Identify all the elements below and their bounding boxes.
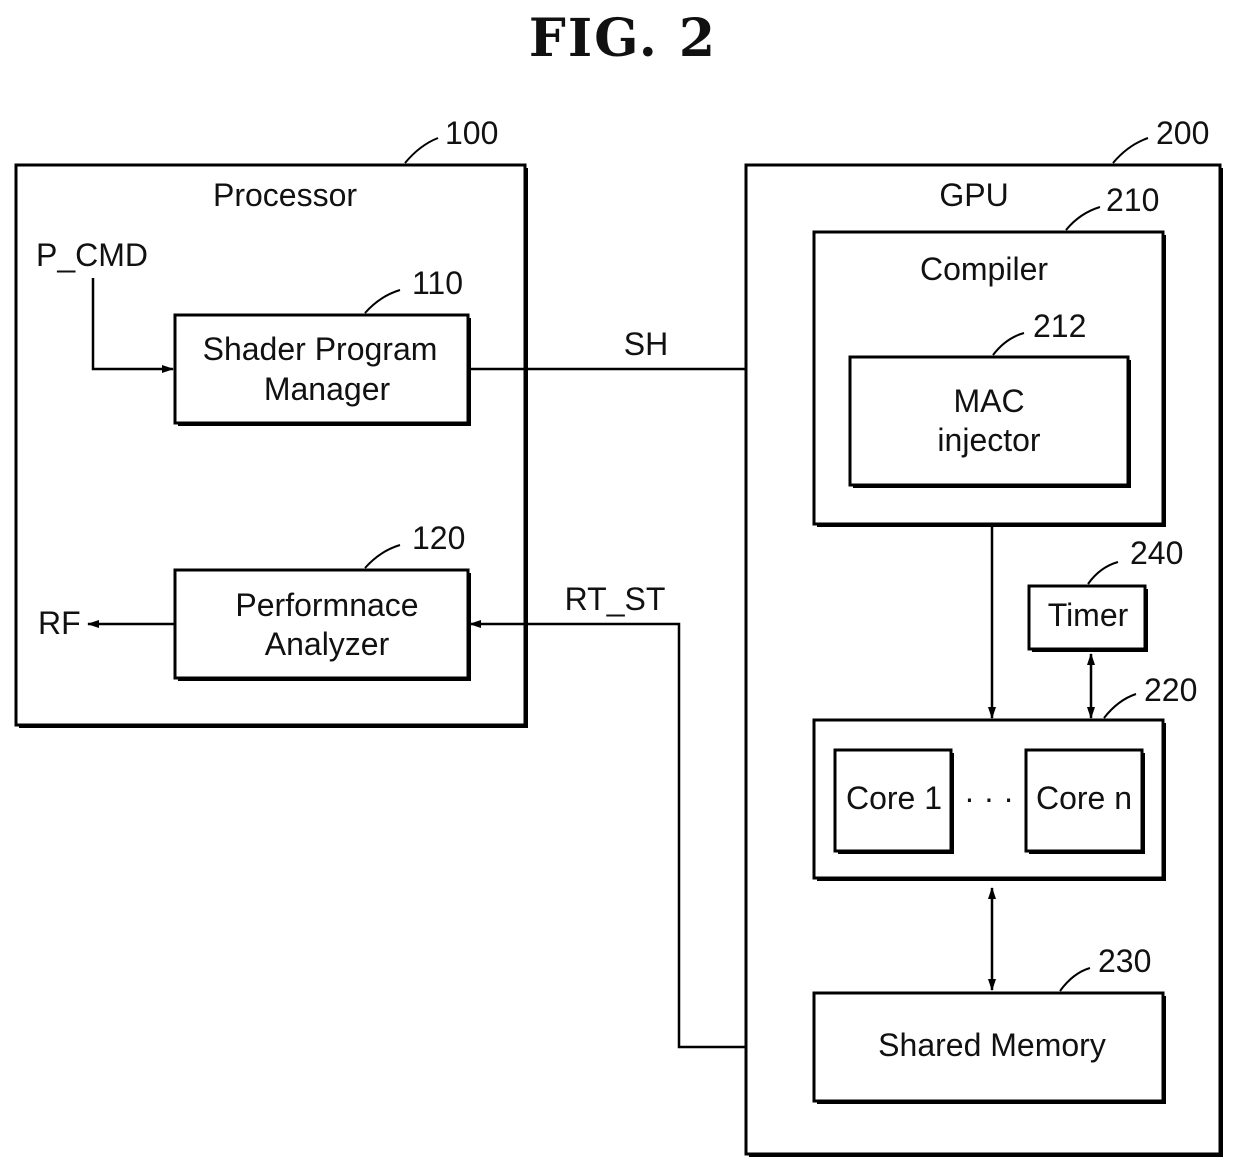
core-n-block: Core n — [1024, 748, 1145, 854]
shader-program-manager-ref: 110 — [412, 265, 463, 301]
shader-program-manager-block: Shader Program Manager — [173, 313, 471, 426]
gpu-label: GPU — [939, 177, 1008, 213]
processor-ref: 100 — [445, 115, 498, 151]
processor-label: Processor — [213, 177, 357, 213]
rf-signal-label: RF — [38, 605, 81, 641]
performance-analyzer-line2: Analyzer — [265, 626, 390, 662]
shared-memory-label: Shared Memory — [878, 1027, 1106, 1063]
shader-program-manager-line1: Shader Program — [203, 331, 438, 367]
compiler-ref: 210 — [1106, 182, 1159, 218]
timer-label: Timer — [1048, 597, 1129, 633]
shared-memory-ref: 230 — [1098, 943, 1151, 979]
timer-block: Timer — [1027, 584, 1148, 652]
processor-leader-line — [404, 137, 439, 164]
p-cmd-signal-label: P_CMD — [36, 237, 148, 273]
performance-analyzer-ref: 120 — [412, 520, 465, 556]
sh-signal-label: SH — [624, 326, 668, 362]
mac-injector-block: MAC injector — [848, 355, 1131, 488]
compiler-label: Compiler — [920, 251, 1048, 287]
core-1-block: Core 1 — [833, 748, 954, 854]
cores-ellipsis: · · · — [964, 780, 1014, 816]
core-1-label: Core 1 — [846, 780, 942, 816]
shader-program-manager-line2: Manager — [264, 371, 391, 407]
core-group-ref: 220 — [1144, 672, 1197, 708]
performance-analyzer-line1: Performnace — [235, 587, 418, 623]
timer-ref: 240 — [1130, 535, 1183, 571]
mac-injector-line1: MAC — [953, 383, 1024, 419]
gpu-ref: 200 — [1156, 115, 1209, 151]
rt-st-signal-label: RT_ST — [565, 581, 666, 617]
performance-analyzer-block: Performnace Analyzer — [173, 568, 471, 681]
mac-injector-line2: injector — [937, 422, 1041, 458]
core-n-label: Core n — [1036, 780, 1132, 816]
shared-memory-block: Shared Memory — [812, 991, 1166, 1104]
block-diagram: FIG. 2 Processor 100 P_CMD Shader Progra… — [14, 8, 1223, 1157]
figure-title: FIG. 2 — [529, 8, 717, 69]
mac-injector-ref: 212 — [1033, 308, 1086, 344]
gpu-leader-line — [1112, 137, 1149, 164]
